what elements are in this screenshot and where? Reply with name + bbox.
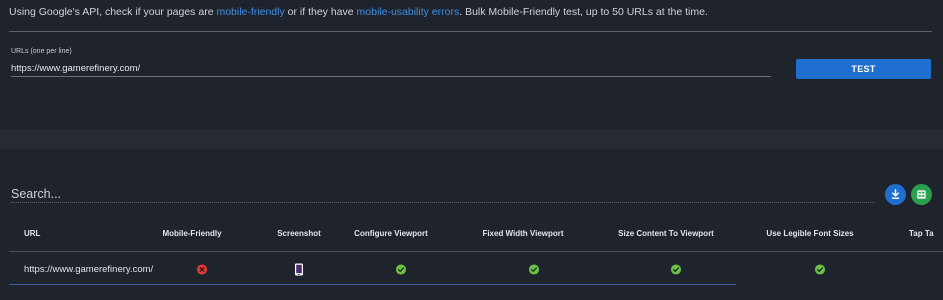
search-input[interactable] xyxy=(11,185,875,203)
download-button[interactable] xyxy=(885,184,906,205)
pass-icon xyxy=(395,263,407,275)
column-header-screenshot[interactable]: Screenshot xyxy=(277,229,321,238)
mobile-friendly-status xyxy=(196,262,208,276)
column-header-fixed-width-viewport[interactable]: Fixed Width Viewport xyxy=(482,229,563,238)
column-header-url[interactable]: URL xyxy=(24,229,40,238)
use-legible-font-sizes-status xyxy=(814,262,826,276)
divider xyxy=(9,31,932,32)
spreadsheet-icon xyxy=(917,190,926,199)
urls-field-label: URLs (one per line) xyxy=(11,48,72,55)
row-url[interactable]: https://www.gamerefinery.com/ xyxy=(24,262,153,276)
pass-icon xyxy=(814,263,826,275)
test-button[interactable]: TEST xyxy=(796,59,931,79)
configure-viewport-status xyxy=(395,262,407,276)
intro-text: Using Google's API, check if your pages … xyxy=(9,6,708,18)
phone-icon xyxy=(295,263,303,275)
column-header-tap-targets[interactable]: Tap Ta xyxy=(909,229,934,238)
fixed-width-viewport-status xyxy=(528,262,540,276)
row-divider xyxy=(9,284,736,285)
intro-part-1: Using Google's API, check if your pages … xyxy=(9,6,217,18)
pass-icon xyxy=(528,263,540,275)
intro-part-2: or if they have xyxy=(284,6,357,18)
download-icon xyxy=(891,189,900,199)
column-header-configure-viewport[interactable]: Configure Viewport xyxy=(354,229,428,238)
screenshot-link[interactable] xyxy=(295,262,304,276)
mobile-usability-errors-link[interactable]: mobile-usability errors xyxy=(357,6,460,18)
fail-icon xyxy=(196,263,208,275)
column-header-size-content-to-viewport[interactable]: Size Content To Viewport xyxy=(618,229,714,238)
column-header-use-legible-font-sizes[interactable]: Use Legible Font Sizes xyxy=(766,229,853,238)
pass-icon xyxy=(670,263,682,275)
size-content-to-viewport-status xyxy=(670,262,682,276)
header-divider xyxy=(9,251,943,252)
column-header-mobile-friendly[interactable]: Mobile-Friendly xyxy=(162,229,221,238)
intro-part-3: . Bulk Mobile-Friendly test, up to 50 UR… xyxy=(459,6,708,18)
export-sheets-button[interactable] xyxy=(911,184,932,205)
section-divider-band xyxy=(0,130,943,149)
urls-input[interactable] xyxy=(11,61,771,77)
mobile-friendly-link[interactable]: mobile-friendly xyxy=(216,6,284,18)
